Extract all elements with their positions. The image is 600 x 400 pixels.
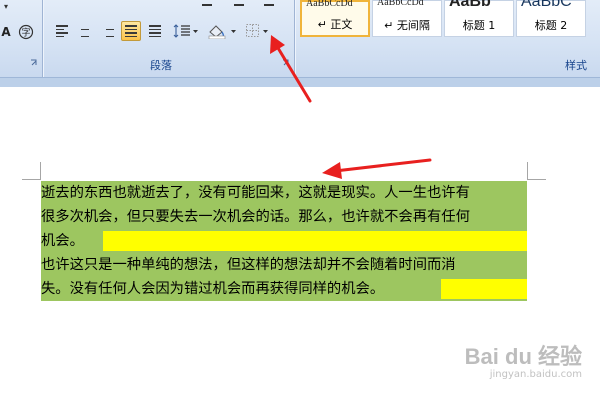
watermark: Bai du 经验 jingyan.baidu.com <box>465 339 582 380</box>
watermark-main: Bai du 经验 <box>464 344 582 369</box>
arrow-to-page-top <box>322 158 432 179</box>
arrow-to-borders-button <box>270 35 312 103</box>
